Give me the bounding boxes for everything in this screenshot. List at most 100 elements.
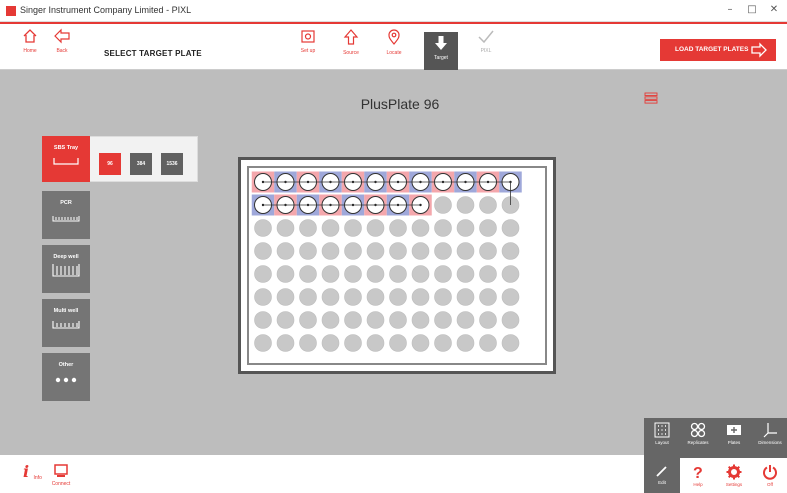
well[interactable] — [344, 219, 362, 237]
well[interactable] — [321, 288, 340, 306]
well[interactable] — [344, 288, 362, 306]
well[interactable] — [254, 334, 272, 352]
well[interactable] — [479, 311, 497, 329]
well[interactable] — [411, 334, 430, 352]
step-locate[interactable]: Locate — [374, 28, 414, 66]
well[interactable] — [479, 334, 497, 352]
well[interactable] — [299, 242, 317, 260]
well[interactable] — [434, 334, 452, 352]
step-target[interactable]: Target — [424, 32, 458, 70]
well-grid[interactable] — [249, 168, 545, 363]
well[interactable] — [501, 288, 520, 306]
well[interactable] — [479, 196, 497, 214]
well[interactable] — [479, 242, 497, 260]
format-1536-button[interactable]: 1536 — [161, 153, 183, 175]
well[interactable] — [299, 265, 317, 283]
well[interactable] — [434, 242, 452, 260]
well[interactable] — [276, 265, 295, 283]
info-button[interactable]: i Info — [18, 462, 46, 481]
well[interactable] — [299, 334, 317, 352]
well[interactable] — [434, 265, 452, 283]
well[interactable] — [456, 265, 475, 283]
settings-button[interactable]: Settings — [716, 458, 752, 493]
well[interactable] — [456, 219, 475, 237]
power-button[interactable]: Off — [752, 458, 787, 493]
back-button[interactable]: Back — [42, 28, 82, 66]
well[interactable] — [501, 334, 520, 352]
well[interactable] — [411, 288, 430, 306]
well[interactable] — [366, 288, 385, 306]
well[interactable] — [389, 311, 407, 329]
edit-button[interactable]: Edit — [644, 458, 680, 493]
well[interactable] — [299, 288, 317, 306]
plates-button[interactable]: Plates — [716, 422, 752, 445]
well[interactable] — [254, 265, 272, 283]
well[interactable] — [479, 219, 497, 237]
well[interactable] — [389, 265, 407, 283]
well[interactable] — [501, 219, 520, 237]
well[interactable] — [411, 265, 430, 283]
tray-deep-well[interactable]: Deep well — [42, 245, 90, 293]
well[interactable] — [434, 219, 452, 237]
well[interactable] — [276, 288, 295, 306]
well[interactable] — [299, 219, 317, 237]
well[interactable] — [366, 334, 385, 352]
well[interactable] — [389, 334, 407, 352]
well[interactable] — [479, 265, 497, 283]
well[interactable] — [456, 196, 475, 214]
well[interactable] — [456, 288, 475, 306]
well[interactable] — [276, 334, 295, 352]
tray-sbs[interactable]: SBS Tray — [42, 136, 90, 182]
step-source[interactable]: Source — [331, 28, 371, 66]
help-button[interactable]: ? Help — [680, 458, 716, 493]
well[interactable] — [456, 334, 475, 352]
well[interactable] — [411, 242, 430, 260]
format-96-button[interactable]: 96 — [99, 153, 121, 175]
step-setup[interactable]: Set up — [288, 28, 328, 66]
well[interactable] — [321, 334, 340, 352]
well[interactable] — [344, 265, 362, 283]
well[interactable] — [434, 288, 452, 306]
well[interactable] — [389, 242, 407, 260]
well[interactable] — [366, 242, 385, 260]
well[interactable] — [389, 288, 407, 306]
layout-button[interactable]: Layout — [644, 422, 680, 445]
well[interactable] — [411, 311, 430, 329]
well[interactable] — [254, 311, 272, 329]
well[interactable] — [479, 288, 497, 306]
well[interactable] — [501, 242, 520, 260]
well[interactable] — [276, 219, 295, 237]
connect-button[interactable]: Connect — [47, 463, 75, 487]
well[interactable] — [501, 265, 520, 283]
dimensions-button[interactable]: Dimensions — [752, 422, 787, 445]
well[interactable] — [456, 242, 475, 260]
well[interactable] — [389, 219, 407, 237]
well[interactable] — [366, 219, 385, 237]
close-button[interactable]: ✕ — [766, 3, 782, 17]
well[interactable] — [299, 311, 317, 329]
well[interactable] — [321, 219, 340, 237]
plate-stack-icon[interactable] — [644, 92, 658, 104]
well[interactable] — [254, 288, 272, 306]
well[interactable] — [434, 196, 452, 214]
maximize-button[interactable]: □ — [744, 3, 760, 17]
minimize-button[interactable]: – — [722, 3, 738, 17]
well[interactable] — [276, 311, 295, 329]
replicates-button[interactable]: Replicates — [680, 422, 716, 445]
well[interactable] — [366, 265, 385, 283]
well[interactable] — [434, 311, 452, 329]
tray-multi-well[interactable]: Multi well — [42, 299, 90, 347]
tray-pcr[interactable]: PCR — [42, 191, 90, 239]
well[interactable] — [254, 242, 272, 260]
well[interactable] — [321, 265, 340, 283]
well[interactable] — [501, 311, 520, 329]
step-pixl[interactable]: PIXL — [466, 28, 506, 66]
format-384-button[interactable]: 384 — [130, 153, 152, 175]
well[interactable] — [276, 242, 295, 260]
load-target-plates-button[interactable]: LOAD TARGET PLATES — [660, 39, 776, 61]
well[interactable] — [344, 334, 362, 352]
well[interactable] — [456, 311, 475, 329]
well[interactable] — [254, 219, 272, 237]
well[interactable] — [321, 242, 340, 260]
well[interactable] — [321, 311, 340, 329]
